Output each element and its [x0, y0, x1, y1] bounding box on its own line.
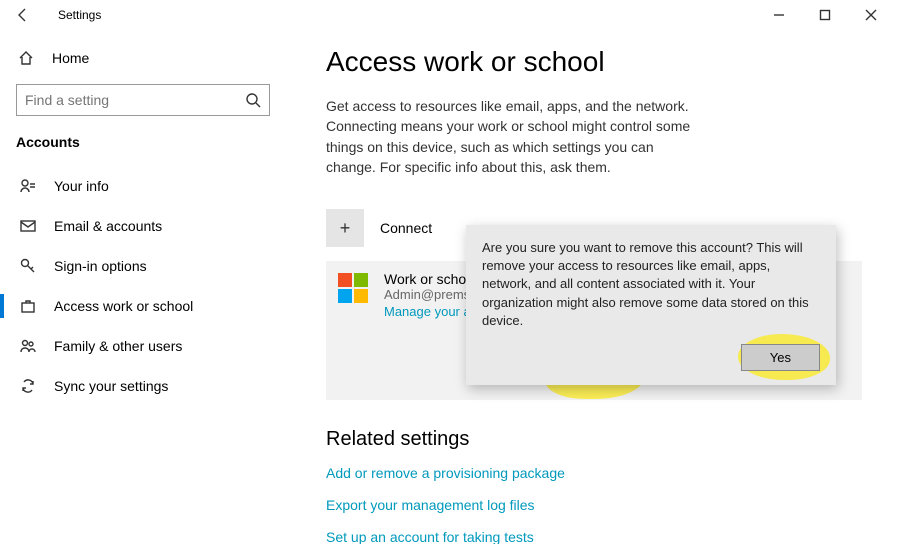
category-heading: Accounts [16, 134, 270, 150]
nav-signin-options[interactable]: Sign-in options [16, 246, 270, 286]
minimize-button[interactable] [756, 0, 802, 30]
back-button[interactable] [8, 7, 38, 23]
confirm-dialog: Are you sure you want to remove this acc… [466, 225, 836, 385]
related-link-export-logs[interactable]: Export your management log files [326, 497, 862, 513]
nav-your-info[interactable]: Your info [16, 166, 270, 206]
mail-icon [20, 218, 36, 234]
arrow-left-icon [15, 7, 31, 23]
microsoft-logo-icon [338, 273, 368, 303]
search-icon [245, 92, 261, 108]
key-icon [20, 258, 36, 274]
nav-label: Family & other users [54, 338, 182, 354]
close-icon [865, 9, 877, 21]
maximize-button[interactable] [802, 0, 848, 30]
related-link-taking-tests[interactable]: Set up an account for taking tests [326, 529, 862, 544]
nav-label: Sync your settings [54, 378, 168, 394]
titlebar: Settings [0, 0, 902, 30]
nav-sync-settings[interactable]: Sync your settings [16, 366, 270, 406]
yes-button[interactable]: Yes [741, 344, 820, 371]
home-icon [18, 50, 34, 66]
connect-label: Connect [380, 220, 432, 236]
window-title: Settings [58, 8, 101, 22]
plus-icon: + [326, 209, 364, 247]
home-nav[interactable]: Home [16, 38, 270, 78]
page-description: Get access to resources like email, apps… [326, 96, 706, 177]
related-heading: Related settings [326, 428, 862, 451]
search-box[interactable] [16, 84, 270, 116]
page-title: Access work or school [326, 46, 862, 78]
dialog-text: Are you sure you want to remove this acc… [482, 239, 820, 330]
nav-label: Email & accounts [54, 218, 162, 234]
sidebar: Home Accounts Your info Email & accounts… [0, 30, 286, 544]
nav-label: Your info [54, 178, 109, 194]
related-settings: Related settings Add or remove a provisi… [326, 428, 862, 544]
home-label: Home [52, 50, 89, 66]
briefcase-icon [20, 298, 36, 314]
people-icon [20, 338, 36, 354]
nav-label: Sign-in options [54, 258, 147, 274]
nav-email-accounts[interactable]: Email & accounts [16, 206, 270, 246]
nav-label: Access work or school [54, 298, 193, 314]
nav-family-users[interactable]: Family & other users [16, 326, 270, 366]
minimize-icon [773, 9, 785, 21]
person-icon [20, 178, 36, 194]
sync-icon [20, 378, 36, 394]
related-link-provisioning[interactable]: Add or remove a provisioning package [326, 465, 862, 481]
nav-access-work-school[interactable]: Access work or school [16, 286, 270, 326]
close-button[interactable] [848, 0, 894, 30]
maximize-icon [819, 9, 831, 21]
search-input[interactable] [25, 92, 245, 108]
